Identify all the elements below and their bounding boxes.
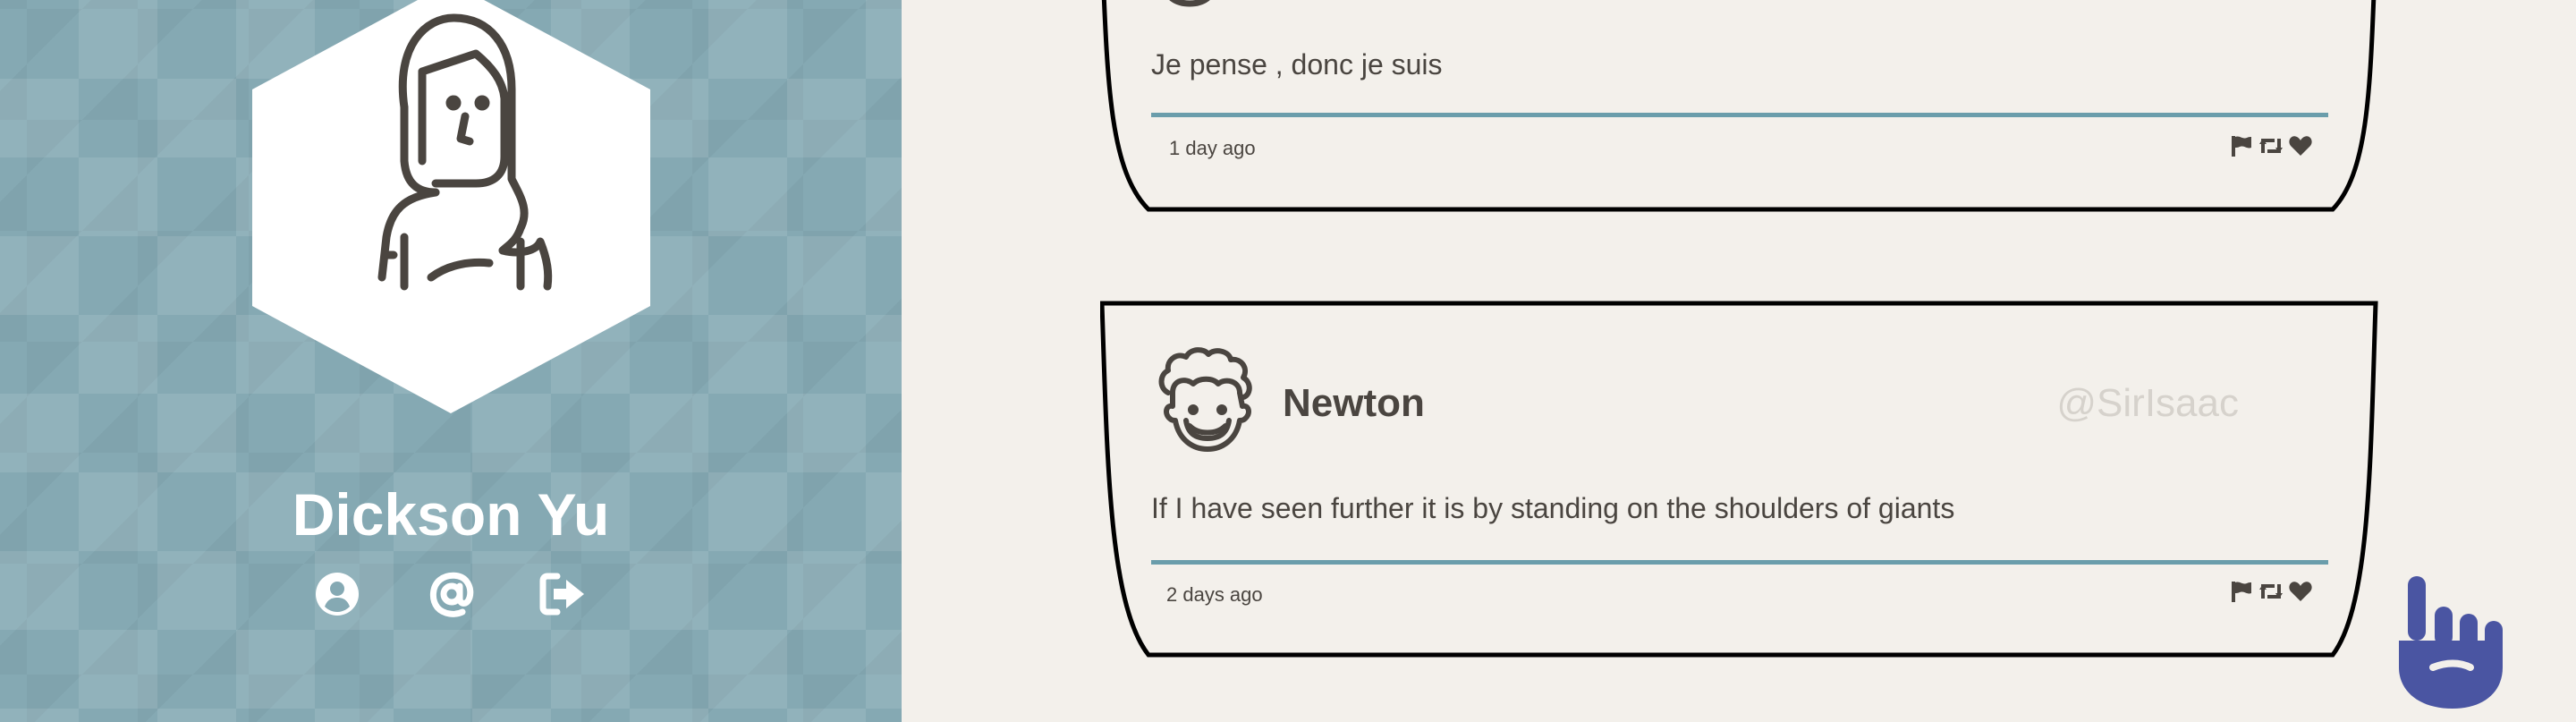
post-author[interactable]: Newton: [1283, 381, 1425, 426]
profile-avatar: [252, 0, 650, 413]
post-handle[interactable]: @SirIsaac: [1905, 381, 2239, 426]
hand-pointer-icon[interactable]: [2397, 569, 2512, 712]
sign-out-icon[interactable]: [538, 569, 589, 619]
profile-name: Dickson Yu: [292, 481, 610, 548]
curly-hair-avatar-icon: [1158, 347, 1252, 452]
post-divider: [1151, 113, 2328, 117]
post-divider: [1151, 560, 2328, 565]
retweet-icon[interactable]: [2258, 135, 2284, 157]
user-circle-icon[interactable]: [312, 569, 362, 619]
post-timestamp: 1 day ago: [1169, 137, 1256, 159]
person-avatar-icon: [1169, 0, 1210, 7]
post-actions: [2230, 134, 2312, 157]
retweet-icon[interactable]: [2258, 581, 2284, 602]
post-message: Je pense , donc je suis: [1151, 48, 1443, 81]
post-card: Newton @SirIsaac If I have seen further …: [1100, 301, 2379, 658]
post-message: If I have seen further it is by standing…: [1151, 492, 1955, 524]
post-actions: [2230, 580, 2312, 603]
profile-sidebar: Dickson Yu: [0, 0, 902, 722]
heart-icon[interactable]: [2289, 581, 2312, 602]
flag-icon[interactable]: [2230, 580, 2253, 603]
at-icon[interactable]: [427, 569, 477, 619]
post-timestamp: 2 days ago: [1166, 583, 1263, 606]
post-card: Je pense , donc je suis 1 day ago: [1100, 0, 2379, 213]
flag-icon[interactable]: [2230, 134, 2253, 157]
heart-icon[interactable]: [2289, 135, 2312, 157]
